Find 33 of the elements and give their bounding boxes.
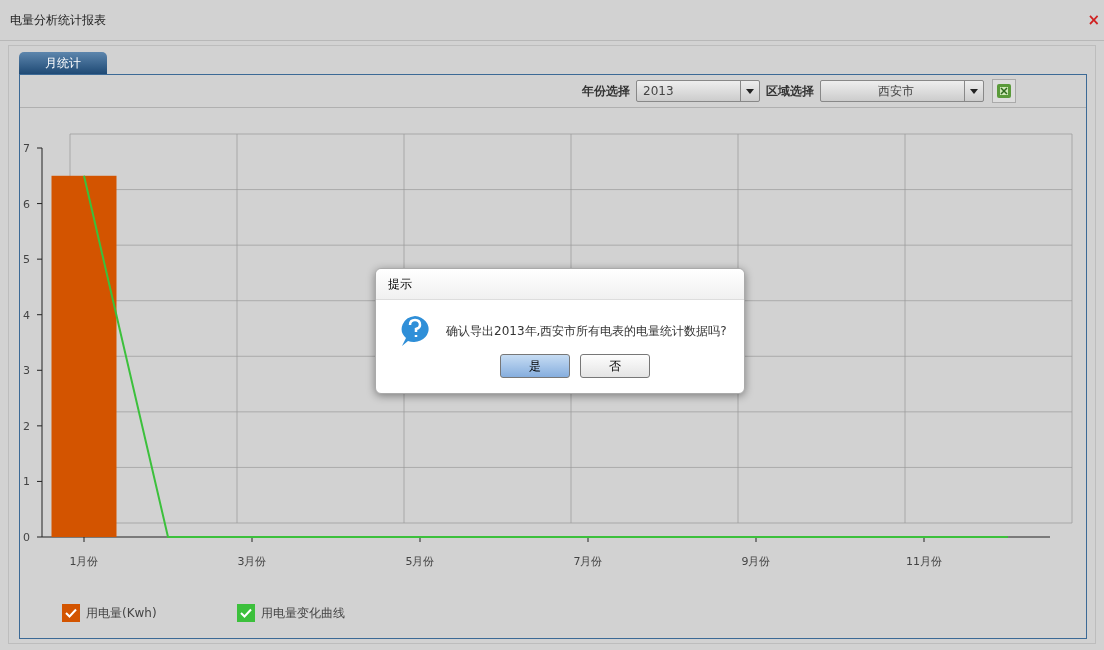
dialog-message: 确认导出2013年,西安市所有电表的电量统计数据吗? [446,322,727,340]
axis-label: 6 [23,197,30,211]
axis-label: 5月份 [405,555,435,568]
area-select[interactable]: 西安市 [820,80,984,102]
axis-label: 4 [23,308,30,322]
dialog-title: 提示 [388,275,412,293]
tab[interactable]: 月统计 [19,52,107,74]
legend-checkbox[interactable] [62,604,80,622]
dialog-button[interactable]: 否 [580,354,650,378]
area-label: 区域选择 [766,82,814,100]
axis-label: 1月份 [69,555,99,568]
axis-label: 1 [23,475,30,489]
spreadsheet-icon [996,83,1012,99]
axis-label: 9月份 [741,555,771,568]
axis-label: 3月份 [237,555,267,568]
axis-label: 5 [23,253,30,267]
year-select[interactable]: 2013 [636,80,760,102]
axis-label: 2 [23,419,30,433]
axis-label: 7月份 [573,555,603,568]
legend-label: 用电量变化曲线 [260,604,345,622]
year-label: 年份选择 [582,82,630,100]
legend-checkbox[interactable] [236,604,255,622]
legend-label: 用电量(Kwh) [86,604,157,622]
export-button[interactable] [992,79,1016,103]
axis-label: 0 [23,531,30,544]
close-button[interactable]: × [1087,11,1100,29]
caret-icon [970,88,978,94]
dialog-button[interactable]: 是 [500,354,570,378]
caret-icon [746,88,754,94]
axis-label: 11月份 [906,555,942,568]
axis-label: 7 [23,142,30,155]
axis-label: 3 [23,364,30,378]
window-title: 电量分析统计报表 [10,11,106,29]
